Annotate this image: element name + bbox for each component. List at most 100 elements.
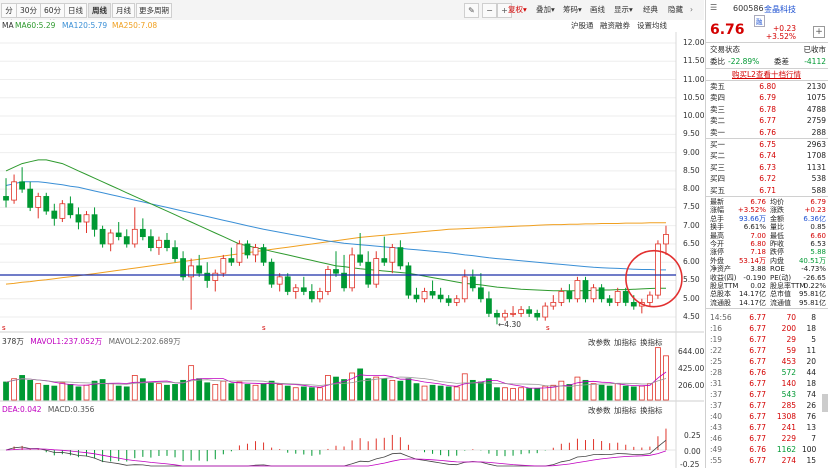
price-axis-label: 7.00 [683, 220, 700, 230]
stat-label: 涨停 [710, 248, 724, 257]
candle-body [35, 196, 42, 208]
candle-body [131, 228, 138, 245]
bid-price: 6.73 [759, 162, 776, 172]
bid-row[interactable]: 买三 6.73 1131 [706, 162, 828, 173]
ask-row[interactable]: 卖四 6.79 1075 [706, 92, 828, 103]
tick-trade-row: :37 6.77 543 74 [706, 389, 828, 400]
candle-body [325, 269, 331, 292]
stat-label: 涨跌 [770, 206, 784, 215]
stat-label: 流通值 [770, 298, 791, 307]
bid-volume: 538 [811, 174, 826, 184]
trade-time: :25 [710, 357, 723, 366]
ma-settings-link[interactable]: 设置均线 [637, 20, 667, 32]
overlay-menu[interactable]: 叠加▾ [536, 3, 555, 16]
macd-switch-indicator-button[interactable]: 换指标 [640, 405, 663, 416]
candle-body [51, 210, 58, 219]
period-button-fenshi[interactable]: 分时 [1, 3, 17, 28]
hide-button[interactable]: 隐藏 [668, 3, 683, 16]
bid-volume: 1131 [806, 162, 826, 172]
volume-bar [212, 384, 219, 401]
weicha-value: -4112 [804, 57, 826, 66]
candle-body [284, 276, 291, 292]
bid-row[interactable]: 买四 6.72 538 [706, 173, 828, 184]
stat-value: +3.52% [737, 206, 766, 215]
bid-row[interactable]: 买五 6.71 588 [706, 185, 828, 196]
bid-row[interactable]: 买一 6.75 2963 [706, 139, 828, 150]
stat-value: 7.00 [750, 231, 766, 240]
margin-link[interactable]: 融资融券 [600, 20, 630, 32]
period-button-more[interactable]: 更多周期 [136, 3, 172, 18]
fuquan-menu[interactable]: 复权▾ [508, 3, 527, 16]
volume-bar [115, 385, 122, 401]
period-toolbar: 分时 30分钟 60分钟 日线 周线 月线 更多周期 ✎ − + 复权▾ 叠加▾… [0, 0, 704, 28]
dea-value: DEA:0.042 [2, 405, 42, 414]
trade-count: 11 [806, 346, 816, 355]
macd-add-indicator-button[interactable]: 加指标 [614, 405, 637, 416]
candle-body [663, 234, 669, 245]
dea-line [5, 448, 667, 467]
volume-bar [389, 379, 396, 401]
expand-icon[interactable]: › [690, 3, 693, 16]
weibi-label: 委比 [710, 57, 725, 66]
menu-icon[interactable]: ☰ [710, 3, 717, 12]
display-menu[interactable]: 显示▾ [614, 3, 633, 16]
bid-volume: 2963 [806, 140, 826, 149]
add-watchlist-button[interactable]: + [813, 26, 825, 38]
period-button-day[interactable]: 日线 [64, 3, 87, 18]
vol-change-params-button[interactable]: 改参数 [588, 337, 611, 348]
vol-switch-indicator-button[interactable]: 换指标 [640, 337, 663, 348]
candle-body [558, 291, 565, 303]
bid-row[interactable]: 买二 6.74 1708 [706, 150, 828, 161]
candle-body [494, 312, 500, 318]
period-button-month[interactable]: 月线 [112, 3, 135, 18]
volume-bar [325, 375, 331, 401]
bid-price: 6.74 [759, 151, 776, 161]
trade-count: 8 [811, 313, 816, 322]
ask-row[interactable]: 卖一 6.76 288 [706, 127, 828, 138]
candle-body [518, 309, 525, 314]
stat-value: 6.80 [750, 240, 766, 248]
stats-row: 总手 93.66万 金额 6.36亿 [706, 215, 828, 223]
ask-row[interactable]: 卖五 6.80 2130 [706, 81, 828, 92]
tick-trade-row: :25 6.77 453 20 [706, 356, 828, 367]
draw-line-button[interactable]: 画线 [590, 3, 605, 16]
ask-row[interactable]: 卖三 6.78 4788 [706, 104, 828, 115]
candle-body [429, 291, 436, 296]
hsgt-link[interactable]: 沪股通 [571, 20, 594, 32]
price-axis-label: 7.50 [683, 202, 700, 212]
vol-add-indicator-button[interactable]: 加指标 [614, 337, 637, 348]
trade-price: 6.77 [749, 434, 766, 443]
draw-tool-icon[interactable]: ✎ [464, 3, 479, 18]
volume-bar [486, 378, 492, 401]
volume-pane [3, 347, 669, 401]
ask-level-label: 卖四 [710, 93, 725, 103]
tick-trade-row: :46 6.77 229 7 [706, 433, 828, 444]
stat-value: 53.14万 [738, 256, 766, 265]
l2-promo-link[interactable]: 购买L2查看十档行情 [732, 69, 801, 80]
trade-volume: 572 [781, 368, 796, 377]
period-button-60min[interactable]: 60分钟 [40, 3, 65, 28]
candle-body [413, 294, 420, 300]
ask-row[interactable]: 卖二 6.77 2759 [706, 115, 828, 126]
zoom-out-icon[interactable]: − [482, 3, 497, 18]
macd-pane [0, 428, 676, 467]
volume-bar [445, 386, 452, 401]
bid-level-label: 买四 [710, 174, 725, 184]
trade-status-row: 交易状态 已收市 [706, 44, 828, 55]
classic-button[interactable]: 经典 [643, 3, 658, 16]
trade-time: :16 [710, 324, 723, 333]
stat-value: 6.79 [810, 198, 826, 206]
trades-scrollbar[interactable] [822, 394, 828, 412]
stat-label: 总市值 [770, 290, 791, 299]
chips-menu[interactable]: 筹码▾ [563, 3, 582, 16]
volume-bar [99, 379, 106, 401]
candle-body [180, 258, 186, 278]
period-button-week[interactable]: 周线 [88, 3, 111, 18]
kline-chart[interactable]: sss [0, 0, 704, 468]
macd-change-params-button[interactable]: 改参数 [588, 405, 611, 416]
candle-body [91, 214, 98, 230]
period-button-30min[interactable]: 30分钟 [16, 3, 41, 28]
candle-body [260, 247, 267, 263]
status-label: 交易状态 [710, 45, 740, 54]
candle-body [83, 214, 90, 223]
